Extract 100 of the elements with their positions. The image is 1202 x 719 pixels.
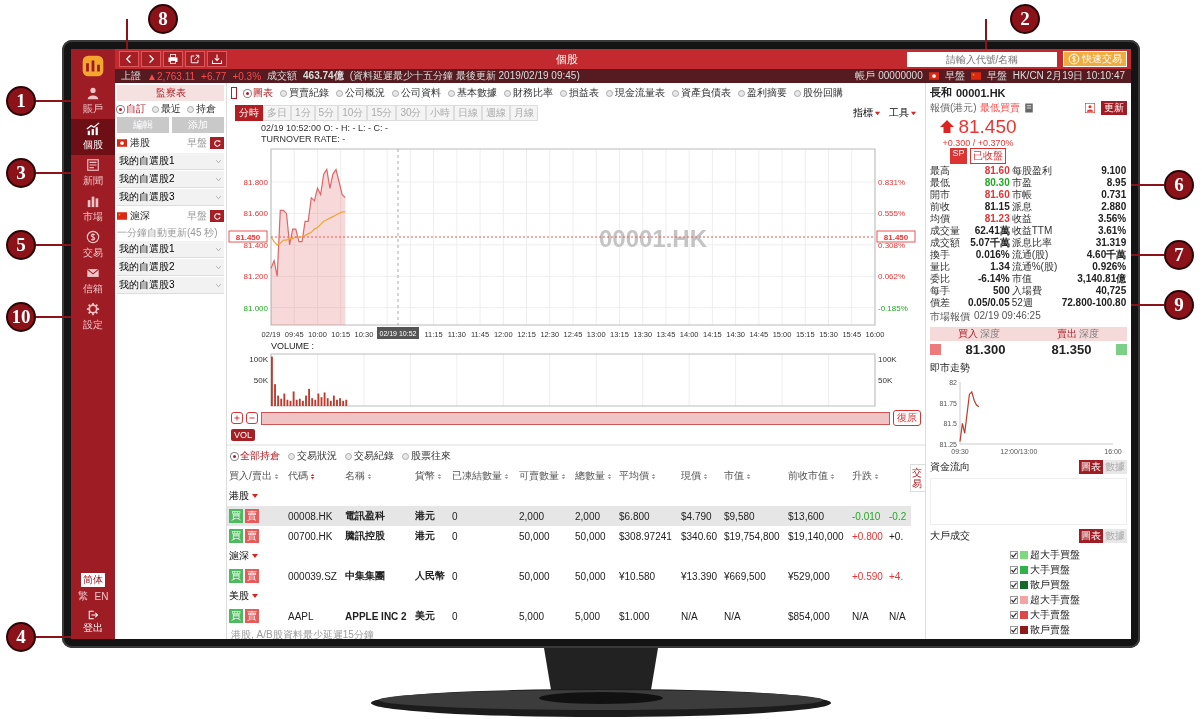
back-button[interactable] bbox=[119, 51, 139, 67]
depth-link[interactable]: 深度 bbox=[980, 328, 1001, 339]
zoom-in-button[interactable] bbox=[231, 412, 243, 424]
nav-item[interactable]: 設定 bbox=[71, 299, 115, 335]
trade-tab[interactable]: 交易 bbox=[910, 464, 925, 492]
search-field[interactable]: 請輸入代號/名稱 bbox=[907, 51, 1057, 67]
column-header[interactable]: 貨幣 bbox=[415, 469, 443, 483]
table-row[interactable]: 買 賣 AAPL APPLE INC 2 美元 0 5,000 5,000 $1.000 N/A N/A $854,000 N/A N/A bbox=[227, 606, 911, 626]
column-header[interactable]: 現價 bbox=[681, 469, 709, 483]
radio-option[interactable]: 資產負債表 bbox=[672, 86, 731, 100]
sell-button[interactable]: 賣 bbox=[245, 509, 259, 523]
language-option[interactable]: 简体 bbox=[81, 573, 105, 587]
checkbox[interactable] bbox=[1010, 626, 1018, 634]
radio-option[interactable]: 全部持倉 bbox=[231, 449, 280, 463]
watchlist-item[interactable]: 我的自選股3 bbox=[117, 277, 224, 294]
radio-option[interactable]: 公司資料 bbox=[392, 86, 441, 100]
watchlist-item[interactable]: 我的自選股2 bbox=[117, 259, 224, 276]
column-header[interactable]: 已凍結數量 bbox=[452, 469, 510, 483]
column-header[interactable]: 可賣數量 bbox=[519, 469, 567, 483]
table-row[interactable]: 買 賣 000039.SZ 中集集團 人民幣 0 50,000 50,000 ¥10.580 ¥13.390 ¥669,500 ¥529,000 +0.590 +4. bbox=[227, 566, 911, 586]
panel-toggle[interactable] bbox=[231, 87, 237, 99]
table-cell-text: 5,000 bbox=[518, 610, 546, 622]
period-tab[interactable]: 分時 bbox=[235, 105, 263, 121]
stat-label: 市帳 bbox=[1011, 189, 1033, 201]
language-option[interactable]: 繁 bbox=[75, 589, 90, 603]
radio-option[interactable]: 交易狀況 bbox=[288, 449, 337, 463]
zoom-out-button[interactable] bbox=[246, 412, 258, 424]
dropdown-menu[interactable]: 工具 bbox=[889, 106, 917, 120]
dropdown-menu[interactable]: 指標 bbox=[853, 106, 881, 120]
nav-item[interactable]: 交易 bbox=[71, 227, 115, 263]
sell-button[interactable]: 賣 bbox=[245, 609, 259, 623]
nav-item[interactable]: 信箱 bbox=[71, 263, 115, 299]
view-toggle[interactable]: 圖表 bbox=[1079, 529, 1103, 543]
caret-icon bbox=[251, 592, 259, 600]
nav-item[interactable]: 市場 bbox=[71, 191, 115, 227]
radio-option[interactable]: 自訂 bbox=[117, 102, 146, 116]
group-toggle[interactable]: 滬深 bbox=[229, 549, 259, 563]
column-header[interactable]: 代碼 bbox=[288, 469, 316, 483]
radio-option[interactable]: 交易紀錄 bbox=[345, 449, 394, 463]
radio-option[interactable]: 持倉 bbox=[187, 102, 216, 116]
update-button[interactable]: 更新 bbox=[1101, 101, 1127, 115]
table-row[interactable]: 買 賣 00700.HK 騰訊控股 港元 0 50,000 50,000 $308.97241 $340.60 $19,754,800 $19,140,000 +0.800 +0. bbox=[227, 526, 911, 546]
refresh-button[interactable] bbox=[210, 210, 224, 222]
nav-item[interactable]: 新聞 bbox=[71, 155, 115, 191]
radio-option[interactable]: 股份回購 bbox=[794, 86, 843, 100]
column-header[interactable]: 市值 bbox=[724, 469, 752, 483]
radio-option[interactable]: 公司概況 bbox=[336, 86, 385, 100]
person-icon bbox=[86, 86, 100, 100]
checkbox[interactable] bbox=[1010, 551, 1018, 559]
stat-value: 31.319 bbox=[1094, 237, 1128, 249]
radio-option[interactable]: 買賣紀錄 bbox=[280, 86, 329, 100]
last-price-label: 81.450 bbox=[228, 230, 268, 243]
radio-option[interactable]: 現金流量表 bbox=[606, 86, 665, 100]
table-cell-text: 50,000 bbox=[574, 530, 607, 542]
group-toggle[interactable]: 美股 bbox=[229, 589, 259, 603]
language-option[interactable]: EN bbox=[92, 589, 111, 603]
radio-option[interactable]: 股票往來 bbox=[402, 449, 451, 463]
reset-button[interactable]: 復原 bbox=[893, 410, 921, 426]
axis-label: -0.185% bbox=[878, 303, 908, 313]
column-header[interactable]: 平均價 bbox=[619, 469, 657, 483]
sell-button[interactable]: 賣 bbox=[245, 529, 259, 543]
column-header[interactable]: 名稱 bbox=[345, 469, 373, 483]
table-cell-text: AAPL bbox=[287, 610, 315, 622]
radio-option[interactable]: 盈利摘要 bbox=[738, 86, 787, 100]
indicator-button[interactable]: VOL bbox=[231, 429, 255, 441]
checkbox[interactable] bbox=[1010, 566, 1018, 574]
column-header[interactable]: 買入/賣出 bbox=[229, 469, 280, 483]
depth-link[interactable]: 深度 bbox=[1078, 328, 1099, 339]
share-button[interactable] bbox=[185, 51, 205, 67]
column-header[interactable]: 總數量 bbox=[575, 469, 613, 483]
nav-item[interactable]: 個股 bbox=[71, 119, 115, 155]
caret-icon bbox=[910, 109, 917, 117]
table-row[interactable]: 買 賣 00008.HK 電訊盈科 港元 0 2,000 2,000 $6.800 $4.790 $9,580 $13,600 -0.010 -0.2 bbox=[227, 506, 911, 526]
column-header[interactable]: 前收市值 bbox=[788, 469, 836, 483]
checkbox[interactable] bbox=[1010, 611, 1018, 619]
checkbox[interactable] bbox=[1010, 596, 1018, 604]
stat-value: 40,725 bbox=[1094, 285, 1128, 297]
view-toggle[interactable]: 圖表 bbox=[1079, 460, 1103, 474]
forward-button[interactable] bbox=[141, 51, 161, 67]
radio-option[interactable]: 損益表 bbox=[560, 86, 599, 100]
column-header[interactable]: 升跌 bbox=[852, 469, 880, 483]
refresh-button[interactable] bbox=[210, 137, 224, 149]
sell-button[interactable]: 賣 bbox=[245, 569, 259, 583]
download-button[interactable] bbox=[207, 51, 227, 67]
radio-option[interactable]: 最近 bbox=[152, 102, 181, 116]
group-toggle[interactable]: 港股 bbox=[229, 489, 259, 503]
watchlist-item[interactable]: 我的自選股2 bbox=[117, 171, 224, 188]
watchlist-item[interactable]: 我的自選股1 bbox=[117, 241, 224, 258]
table-cell-text: +0. bbox=[888, 530, 905, 542]
checkbox[interactable] bbox=[1010, 581, 1018, 589]
print-button[interactable] bbox=[163, 51, 183, 67]
nav-item[interactable]: 賬戶 bbox=[71, 83, 115, 119]
radio-option[interactable]: 財務比率 bbox=[504, 86, 553, 100]
logout-button[interactable]: 登出 bbox=[71, 607, 115, 639]
range-navigator[interactable] bbox=[261, 411, 890, 425]
watchlist-item[interactable]: 我的自選股3 bbox=[117, 189, 224, 206]
radio-option[interactable]: 基本數據 bbox=[448, 86, 497, 100]
stat-value: 1.34 bbox=[989, 261, 1011, 273]
watchlist-item[interactable]: 我的自選股1 bbox=[117, 153, 224, 170]
radio-option[interactable]: 圖表 bbox=[244, 86, 273, 100]
